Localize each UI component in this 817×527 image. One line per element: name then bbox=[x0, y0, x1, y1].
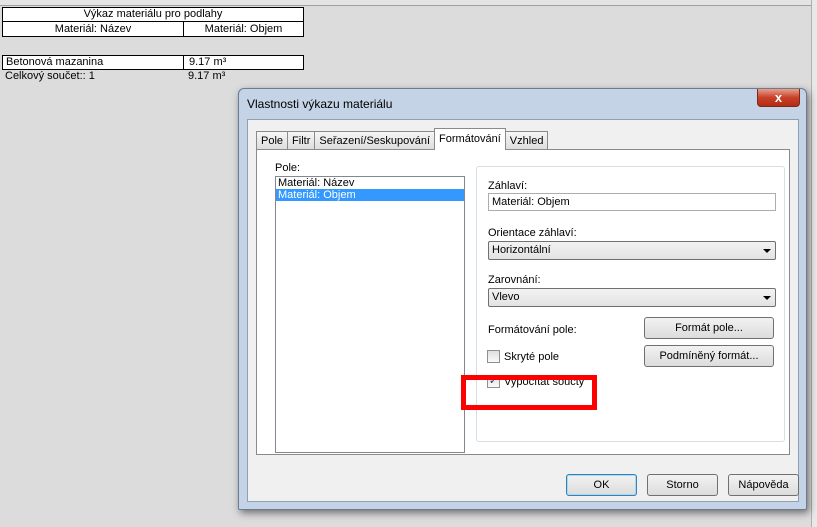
heading-input[interactable]: Materiál: Objem bbox=[488, 193, 776, 211]
heading-label: Záhlaví: bbox=[488, 180, 528, 192]
schedule-header-volume[interactable]: Materiál: Objem bbox=[184, 22, 303, 36]
alignment-label: Zarovnání: bbox=[488, 274, 541, 286]
view-top-border bbox=[0, 0, 817, 6]
schedule-total-label: Celkový součet:: 1 bbox=[5, 70, 95, 82]
calc-totals-highlight bbox=[461, 375, 597, 410]
fields-label: Pole: bbox=[275, 162, 301, 174]
hidden-field-checkbox[interactable] bbox=[487, 350, 500, 363]
field-format-button[interactable]: Formát pole... bbox=[644, 317, 774, 339]
close-button[interactable]: x bbox=[757, 89, 800, 107]
tab-filter[interactable]: Filtr bbox=[287, 131, 316, 150]
view-scrollbar[interactable] bbox=[811, 0, 817, 527]
hidden-field-label[interactable]: Skryté pole bbox=[504, 351, 559, 363]
orientation-value: Horizontální bbox=[492, 244, 551, 256]
chevron-down-icon bbox=[763, 296, 771, 300]
dialog-body: Pole Filtr Seřazení/Seskupování Formátov… bbox=[247, 119, 799, 502]
ok-button[interactable]: OK bbox=[566, 474, 637, 496]
tab-bar: Pole Filtr Seřazení/Seskupování Formátov… bbox=[256, 128, 549, 150]
tab-formatting[interactable]: Formátování bbox=[434, 128, 506, 150]
tab-appearance[interactable]: Vzhled bbox=[504, 131, 549, 150]
schedule-row[interactable]: Betonová mazanina 9.17 m³ bbox=[2, 55, 304, 70]
schedule-title: Výkaz materiálu pro podlahy bbox=[2, 7, 304, 21]
schedule-header-row: Materiál: Název Materiál: Objem bbox=[2, 21, 304, 37]
material-schedule-properties-dialog: Vlastnosti výkazu materiálu x Pole Filtr… bbox=[238, 88, 807, 510]
chevron-down-icon bbox=[763, 249, 771, 253]
orientation-select[interactable]: Horizontální bbox=[488, 241, 776, 260]
field-item-volume[interactable]: Materiál: Objem bbox=[276, 189, 464, 201]
tab-sorting-grouping[interactable]: Seřazení/Seskupování bbox=[314, 131, 436, 150]
help-button[interactable]: Nápověda bbox=[728, 474, 799, 496]
schedule-cell-volume[interactable]: 9.17 m³ bbox=[184, 56, 303, 69]
fields-listbox[interactable]: Materiál: Název Materiál: Objem bbox=[275, 176, 465, 453]
field-item-name[interactable]: Materiál: Název bbox=[276, 177, 464, 189]
dialog-title: Vlastnosti výkazu materiálu bbox=[247, 97, 393, 111]
field-format-label: Formátování pole: bbox=[488, 324, 577, 336]
orientation-label: Orientace záhlaví: bbox=[488, 227, 577, 239]
tab-fields[interactable]: Pole bbox=[256, 131, 289, 150]
schedule-total-row: Celkový součet:: 1 9.17 m³ bbox=[2, 70, 304, 84]
conditional-format-button[interactable]: Podmíněný formát... bbox=[644, 345, 774, 367]
schedule-total-value: 9.17 m³ bbox=[188, 70, 226, 82]
schedule-cell-name[interactable]: Betonová mazanina bbox=[3, 56, 184, 69]
alignment-select[interactable]: Vlevo bbox=[488, 288, 776, 307]
schedule-header-name[interactable]: Materiál: Název bbox=[3, 22, 184, 36]
cancel-button[interactable]: Storno bbox=[647, 474, 718, 496]
alignment-value: Vlevo bbox=[492, 291, 520, 303]
